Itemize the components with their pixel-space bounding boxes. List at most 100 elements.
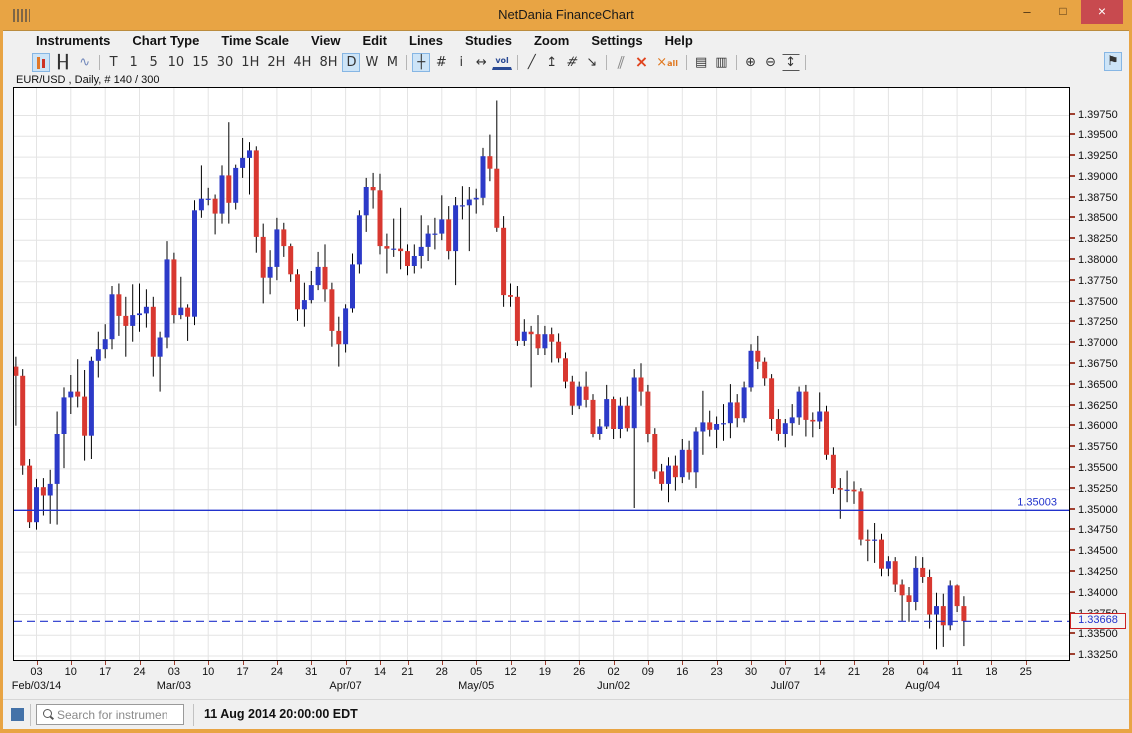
- print-button[interactable]: ▤: [692, 53, 710, 72]
- menu-item-settings[interactable]: Settings: [580, 31, 653, 51]
- price-axis[interactable]: 1.397501.395001.392501.390001.387501.385…: [1070, 87, 1128, 661]
- time-axis-month-label: May/05: [458, 680, 494, 692]
- horizontal-scroll-button[interactable]: ↔: [472, 53, 490, 72]
- time-axis-day-label: 03: [168, 666, 180, 678]
- price-axis-tick: [1070, 258, 1075, 260]
- time-axis-day-label: 18: [985, 666, 997, 678]
- timescale-2h-button[interactable]: 2H: [264, 53, 288, 72]
- pin-button[interactable]: ⚑: [1104, 52, 1122, 71]
- chart-plot-area[interactable]: 1.35003: [13, 87, 1070, 661]
- toolbar-separator: [736, 55, 737, 70]
- timescale-5min-button[interactable]: 5: [145, 53, 163, 72]
- price-axis-tick: [1070, 591, 1075, 593]
- price-axis-label: 1.37250: [1070, 316, 1118, 329]
- time-axis-tick: [545, 661, 546, 665]
- time-axis-tick: [140, 661, 141, 665]
- price-axis-label: 1.39750: [1070, 109, 1118, 122]
- delete-button[interactable]: ×: [632, 53, 651, 72]
- price-axis-tick: [1070, 466, 1075, 468]
- price-axis-label: 1.37000: [1070, 337, 1118, 350]
- info-button[interactable]: i: [452, 53, 470, 72]
- timescale-8h-button[interactable]: 8H: [316, 53, 340, 72]
- menu-item-studies[interactable]: Studies: [454, 31, 523, 51]
- price-axis-tick: [1070, 570, 1075, 572]
- time-axis-month-label: Feb/03/14: [12, 680, 62, 692]
- time-axis-tick: [105, 661, 106, 665]
- menu-item-edit[interactable]: Edit: [351, 31, 398, 51]
- vertical-line-button[interactable]: ↥: [543, 53, 561, 72]
- toolbar-separator: [517, 55, 518, 70]
- price-axis-tick: [1070, 404, 1075, 406]
- timescale-1min-button[interactable]: 1: [125, 53, 143, 72]
- price-axis-label: 1.33500: [1070, 628, 1118, 641]
- price-axis-label: 1.36750: [1070, 358, 1118, 371]
- time-axis-day-label: 17: [236, 666, 248, 678]
- chart-type-bars-button[interactable]: ┠┨: [52, 53, 74, 72]
- last-update-timestamp: 11 Aug 2014 20:00:00 EDT: [204, 707, 358, 721]
- remove-line-button[interactable]: ∥: [609, 53, 633, 72]
- price-axis-label: 1.38750: [1070, 192, 1118, 205]
- menu-item-help[interactable]: Help: [654, 31, 704, 51]
- timescale-30min-button[interactable]: 30: [214, 53, 237, 72]
- time-axis-tick: [991, 661, 992, 665]
- timescale-4h-button[interactable]: 4H: [290, 53, 314, 72]
- menu-item-lines[interactable]: Lines: [398, 31, 454, 51]
- price-axis-tick: [1070, 424, 1075, 426]
- time-axis-day-label: 09: [642, 666, 654, 678]
- instrument-search-box[interactable]: [36, 704, 184, 725]
- price-axis-label: 1.38250: [1070, 233, 1118, 246]
- fit-vertical-button[interactable]: ↕: [782, 54, 800, 71]
- statusbar-grip[interactable]: [11, 708, 24, 721]
- print-preview-button[interactable]: ▥: [712, 53, 730, 72]
- zoom-out-button[interactable]: ⊖: [762, 53, 780, 72]
- timescale-tick-button[interactable]: T: [105, 53, 123, 72]
- grid-button[interactable]: #: [432, 53, 450, 72]
- menu-item-view[interactable]: View: [300, 31, 351, 51]
- channel-button[interactable]: #: [560, 53, 584, 72]
- close-button[interactable]: ×: [1081, 0, 1123, 24]
- time-axis-month-label: Mar/03: [157, 680, 191, 692]
- menu-item-instruments[interactable]: Instruments: [25, 31, 121, 51]
- window-title: NetDania FinanceChart: [0, 0, 1132, 30]
- title-bar[interactable]: NetDania FinanceChart – □ ×: [0, 0, 1132, 30]
- zoom-in-button[interactable]: ⊕: [742, 53, 760, 72]
- volume-button[interactable]: vol: [492, 54, 511, 70]
- menu-item-chart-type[interactable]: Chart Type: [121, 31, 210, 51]
- timescale-monthly-button[interactable]: M: [383, 53, 401, 72]
- price-axis-label: 1.35750: [1070, 441, 1118, 454]
- time-axis-tick: [442, 661, 443, 665]
- time-axis[interactable]: 0310172403101724310714212805121926020916…: [13, 661, 1132, 699]
- price-axis-tick: [1070, 383, 1075, 385]
- time-axis-tick: [380, 661, 381, 665]
- time-axis-tick: [614, 661, 615, 665]
- menu-item-time-scale[interactable]: Time Scale: [210, 31, 300, 51]
- price-axis-label: 1.37750: [1070, 275, 1118, 288]
- price-axis-label: 1.38500: [1070, 212, 1118, 225]
- time-axis-tick: [579, 661, 580, 665]
- minimize-button[interactable]: –: [1014, 0, 1040, 24]
- price-axis-tick: [1070, 216, 1075, 218]
- menu-item-zoom[interactable]: Zoom: [523, 31, 580, 51]
- timescale-1h-button[interactable]: 1H: [238, 53, 262, 72]
- chart-type-candlestick-button[interactable]: [32, 53, 50, 72]
- timescale-daily-button[interactable]: D: [342, 53, 360, 72]
- delete-all-button[interactable]: ×all: [653, 53, 681, 72]
- time-axis-tick: [476, 661, 477, 665]
- price-axis-label: 1.35250: [1070, 483, 1118, 496]
- toolbar: ┠┨∿T151015301H2H4H8HDWM┼#i↔vol╱↥#↘∥××all…: [3, 51, 1129, 73]
- toolbar-buttons: ┠┨∿T151015301H2H4H8HDWM┼#i↔vol╱↥#↘∥××all…: [31, 53, 810, 72]
- trendline-button[interactable]: ╱: [523, 53, 541, 72]
- chart-type-line-button[interactable]: ∿: [76, 53, 94, 72]
- time-axis-day-label: 12: [504, 666, 516, 678]
- timescale-weekly-button[interactable]: W: [362, 53, 381, 72]
- arrow-line-button[interactable]: ↘: [583, 53, 601, 72]
- time-axis-tick: [208, 661, 209, 665]
- timescale-15min-button[interactable]: 15: [189, 53, 212, 72]
- search-input[interactable]: [55, 707, 169, 723]
- timescale-10min-button[interactable]: 10: [165, 53, 188, 72]
- time-axis-day-label: 14: [814, 666, 826, 678]
- maximize-button[interactable]: □: [1049, 0, 1077, 24]
- crosshair-button[interactable]: ┼: [412, 53, 430, 72]
- statusbar-separator: [193, 704, 194, 726]
- menu-bar: InstrumentsChart TypeTime ScaleViewEditL…: [3, 31, 1129, 51]
